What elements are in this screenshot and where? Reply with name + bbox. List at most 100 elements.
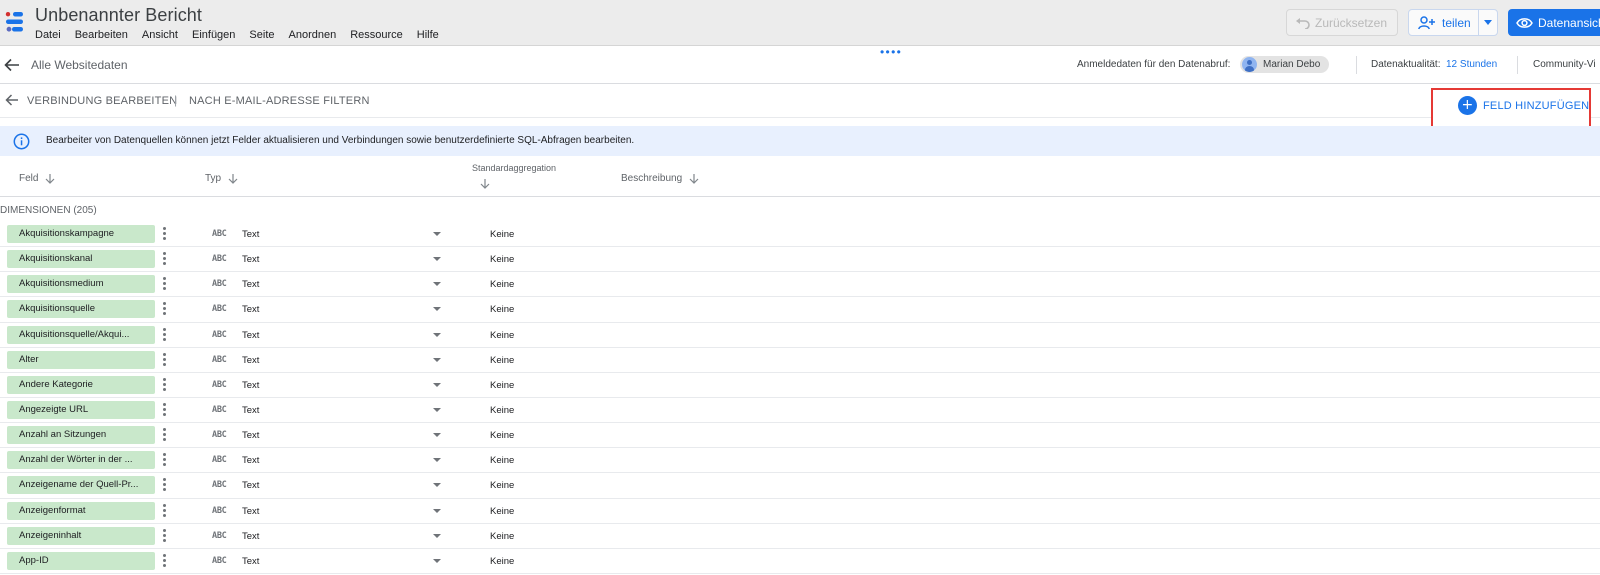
community-visualizations-toggle[interactable]: Community-Vi [1533, 59, 1596, 70]
field-name-chip[interactable]: Anzeigeninhalt [7, 526, 155, 545]
menu-bearbeiten[interactable]: Bearbeiten [75, 29, 128, 41]
field-name-chip[interactable]: Angezeigte URL [7, 400, 155, 419]
field-type-select[interactable]: Text [242, 330, 259, 341]
more-vert-icon[interactable] [162, 477, 166, 493]
field-type-select[interactable]: Text [242, 304, 259, 315]
more-vert-icon[interactable] [162, 276, 166, 292]
field-type-select[interactable]: Text [242, 455, 259, 466]
more-vert-icon[interactable] [162, 377, 166, 393]
field-aggregation[interactable]: Keine [490, 279, 514, 290]
field-name-chip[interactable]: App-ID [7, 551, 155, 570]
field-type-select[interactable]: Text [242, 480, 259, 491]
dropdown-caret-icon[interactable] [433, 533, 441, 538]
field-name-chip[interactable]: Akquisitionsquelle/Akqui... [7, 325, 155, 344]
field-aggregation[interactable]: Keine [490, 229, 514, 240]
field-type-select[interactable]: Text [242, 254, 259, 265]
dropdown-caret-icon[interactable] [433, 382, 441, 387]
dropdown-caret-icon[interactable] [433, 558, 441, 563]
menu-einfuegen[interactable]: Einfügen [192, 29, 235, 41]
field-aggregation[interactable]: Keine [490, 506, 514, 517]
field-aggregation[interactable]: Keine [490, 480, 514, 491]
field-name-chip[interactable]: Andere Kategorie [7, 375, 155, 394]
reset-button[interactable]: Zurücksetzen [1286, 9, 1398, 36]
dropdown-caret-icon[interactable] [433, 458, 441, 463]
freshness-link[interactable]: 12 Stunden [1446, 59, 1497, 70]
field-aggregation[interactable]: Keine [490, 330, 514, 341]
dropdown-caret-icon[interactable] [433, 257, 441, 262]
field-name-chip[interactable]: Anzahl der Wörter in der ... [7, 451, 155, 470]
add-field-button[interactable]: + FELD HINZUFÜGEN [1458, 96, 1589, 115]
dropdown-caret-icon[interactable] [433, 433, 441, 438]
back-arrow-icon[interactable] [3, 58, 21, 72]
field-aggregation[interactable]: Keine [490, 455, 514, 466]
field-name-chip[interactable]: Akquisitionskampagne [7, 225, 155, 243]
share-main[interactable]: teilen [1409, 10, 1480, 35]
more-vert-icon[interactable] [162, 528, 166, 544]
more-vert-icon[interactable] [162, 301, 166, 317]
field-type-select[interactable]: Text [242, 506, 259, 517]
more-vert-icon[interactable] [162, 503, 166, 519]
credentials-chip[interactable]: Marian Debo [1240, 56, 1329, 73]
menu-ansicht[interactable]: Ansicht [142, 29, 178, 41]
field-name-chip[interactable]: Anzeigenformat [7, 501, 155, 520]
field-type-select[interactable]: Text [242, 405, 259, 416]
more-vert-icon[interactable] [162, 452, 166, 468]
more-vert-icon[interactable] [162, 553, 166, 569]
field-aggregation[interactable]: Keine [490, 254, 514, 265]
more-vert-icon[interactable] [162, 427, 166, 443]
back-arrow-icon[interactable] [4, 93, 20, 107]
dropdown-caret-icon[interactable] [433, 357, 441, 362]
report-title[interactable]: Unbenannter Bericht [35, 5, 202, 26]
menu-datei[interactable]: Datei [35, 29, 61, 41]
sort-arrow-icon[interactable] [480, 178, 490, 189]
column-aggregation-label[interactable]: Standardaggregation [472, 163, 556, 173]
filter-by-email-button[interactable]: NACH E-MAIL-ADRESSE FILTERN [189, 95, 370, 107]
dropdown-caret-icon[interactable] [433, 307, 441, 312]
dropdown-caret-icon[interactable] [433, 332, 441, 337]
dropdown-caret-icon[interactable] [433, 508, 441, 513]
field-name-chip[interactable]: Alter [7, 350, 155, 369]
field-type-select[interactable]: Text [242, 229, 259, 240]
sort-arrow-icon [228, 174, 238, 184]
field-name-chip[interactable]: Akquisitionsquelle [7, 300, 155, 319]
datasource-name[interactable]: Alle Websitedaten [31, 58, 128, 72]
column-header-description[interactable]: Beschreibung [621, 173, 699, 184]
table-row: Akquisitionsmedium ABC Text Keine [0, 272, 1600, 298]
dropdown-caret-icon[interactable] [433, 483, 441, 488]
more-vert-icon[interactable] [162, 402, 166, 418]
menu-hilfe[interactable]: Hilfe [417, 29, 439, 41]
field-name-chip[interactable]: Anzeigename der Quell-Pr... [7, 476, 155, 495]
data-view-button[interactable]: Datenansicht [1508, 9, 1600, 36]
more-vert-icon[interactable] [162, 226, 166, 242]
more-vert-icon[interactable] [162, 352, 166, 368]
menu-anordnen[interactable]: Anordnen [289, 29, 337, 41]
more-vert-icon[interactable] [162, 251, 166, 267]
dropdown-caret-icon[interactable] [433, 407, 441, 412]
dropdown-caret-icon[interactable] [433, 282, 441, 287]
field-name-chip[interactable]: Akquisitionsmedium [7, 275, 155, 294]
field-aggregation[interactable]: Keine [490, 556, 514, 567]
field-type-select[interactable]: Text [242, 279, 259, 290]
column-header-field[interactable]: Feld [19, 173, 55, 184]
field-name-chip[interactable]: Anzahl an Sitzungen [7, 426, 155, 445]
field-aggregation[interactable]: Keine [490, 380, 514, 391]
share-dropdown-button[interactable] [1479, 10, 1497, 35]
field-type-select[interactable]: Text [242, 531, 259, 542]
field-type-select[interactable]: Text [242, 355, 259, 366]
column-header-type[interactable]: Typ [205, 173, 238, 184]
field-aggregation[interactable]: Keine [490, 531, 514, 542]
field-aggregation[interactable]: Keine [490, 304, 514, 315]
field-aggregation[interactable]: Keine [490, 430, 514, 441]
field-aggregation[interactable]: Keine [490, 405, 514, 416]
dropdown-caret-icon[interactable] [433, 232, 441, 236]
field-type-select[interactable]: Text [242, 380, 259, 391]
menu-seite[interactable]: Seite [249, 29, 274, 41]
field-type-select[interactable]: Text [242, 556, 259, 567]
field-name-chip[interactable]: Akquisitionskanal [7, 250, 155, 269]
more-vert-icon[interactable] [162, 327, 166, 343]
field-type-select[interactable]: Text [242, 430, 259, 441]
menu-ressource[interactable]: Ressource [350, 29, 403, 41]
edit-connection-button[interactable]: VERBINDUNG BEARBEITEN [27, 95, 177, 107]
field-aggregation[interactable]: Keine [490, 355, 514, 366]
share-button[interactable]: teilen [1408, 9, 1498, 36]
